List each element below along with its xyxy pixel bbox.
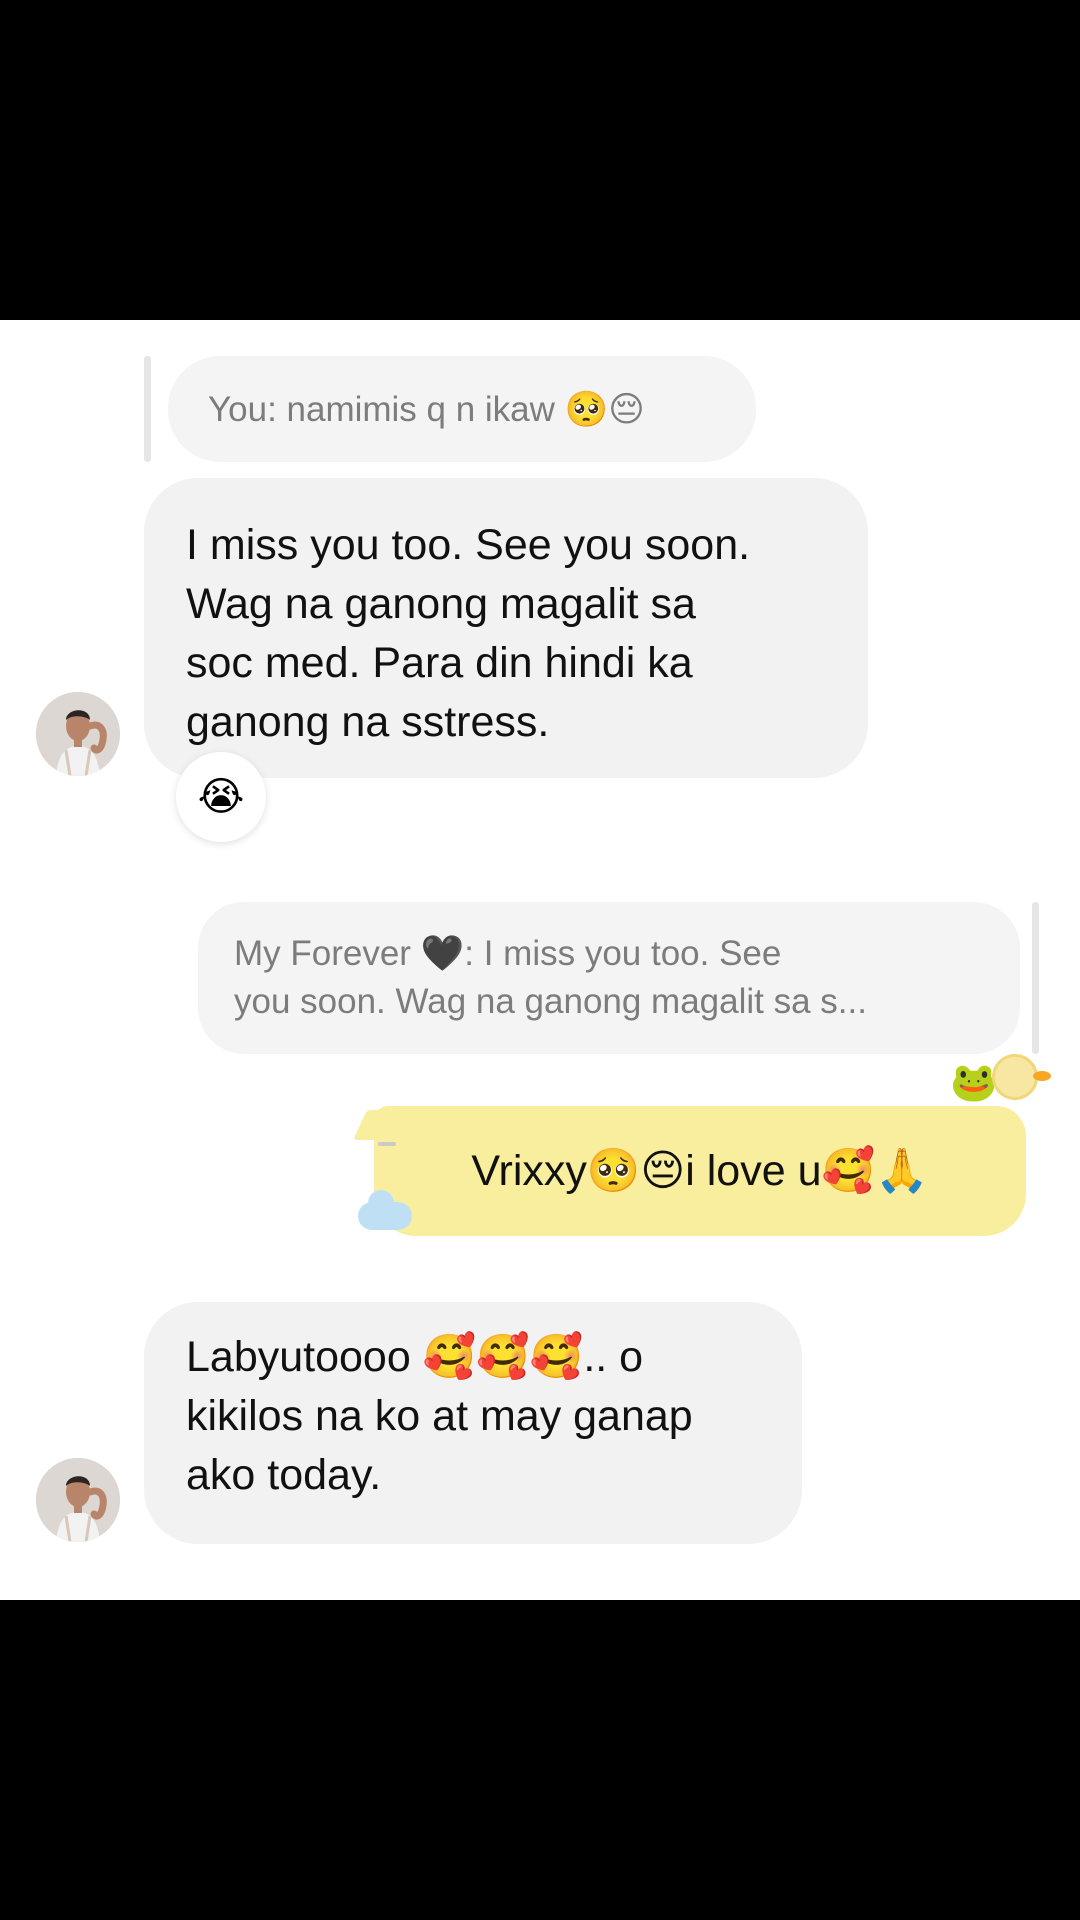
avatar-image [36, 1458, 120, 1542]
crying-face-reaction: 😭 [197, 774, 245, 820]
contact-avatar[interactable] [36, 692, 120, 776]
reply-indicator-bar [1032, 902, 1039, 1054]
message-line: I miss you too. See you soon. [186, 521, 751, 569]
message-line: ganong na sstress. [186, 698, 550, 746]
received-message-bubble[interactable]: Labyutoooo 🥰🥰🥰.. o kikilos na ko at may … [144, 1302, 802, 1544]
quoted-reply-you[interactable]: You: namimis q n ikaw 🥺😔 [168, 356, 756, 462]
sent-message-bubble[interactable]: Vrixxy🥺😔i love u🥰🙏 [374, 1106, 1026, 1236]
message-line: ako today. [186, 1451, 382, 1499]
quoted-reply-text: You: namimis q n ikaw 🥺😔 [208, 389, 645, 429]
chat-thread[interactable]: You: namimis q n ikaw 🥺😔 I miss you too.… [0, 320, 1080, 1600]
sent-message[interactable]: Vrixxy🥺😔i love u🥰🙏 🐸 [358, 1054, 1051, 1236]
quoted-reply-line: you soon. Wag na ganong magalit sa s... [234, 982, 867, 1021]
quoted-reply-line: My Forever 🖤: I miss you too. See [234, 934, 782, 973]
frog-icon: 🐸 [950, 1060, 998, 1104]
cloud-icon [358, 1190, 412, 1230]
received-message-bubble[interactable]: I miss you too. See you soon. Wag na gan… [144, 478, 868, 778]
reaction-badge[interactable]: 😭 [176, 752, 266, 842]
message-line: Wag na ganong magalit sa [186, 580, 696, 628]
message-line: Labyutoooo 🥰🥰🥰.. o [186, 1333, 644, 1381]
message-line: kikilos na ko at may ganap [186, 1392, 693, 1440]
duck-icon [992, 1054, 1051, 1100]
sent-message-text: Vrixxy🥺😔i love u🥰🙏 [471, 1147, 929, 1195]
reply-indicator-bar [144, 356, 151, 462]
message-line: soc med. Para din hindi ka [186, 639, 693, 687]
top-black-bar [0, 0, 1080, 320]
bottom-black-bar [0, 1600, 1080, 1920]
avatar-image [36, 692, 120, 776]
contact-avatar[interactable] [36, 1458, 120, 1542]
quoted-reply-my-forever[interactable]: My Forever 🖤: I miss you too. See you so… [198, 902, 1020, 1054]
bubble-decoration-dash [378, 1142, 396, 1146]
